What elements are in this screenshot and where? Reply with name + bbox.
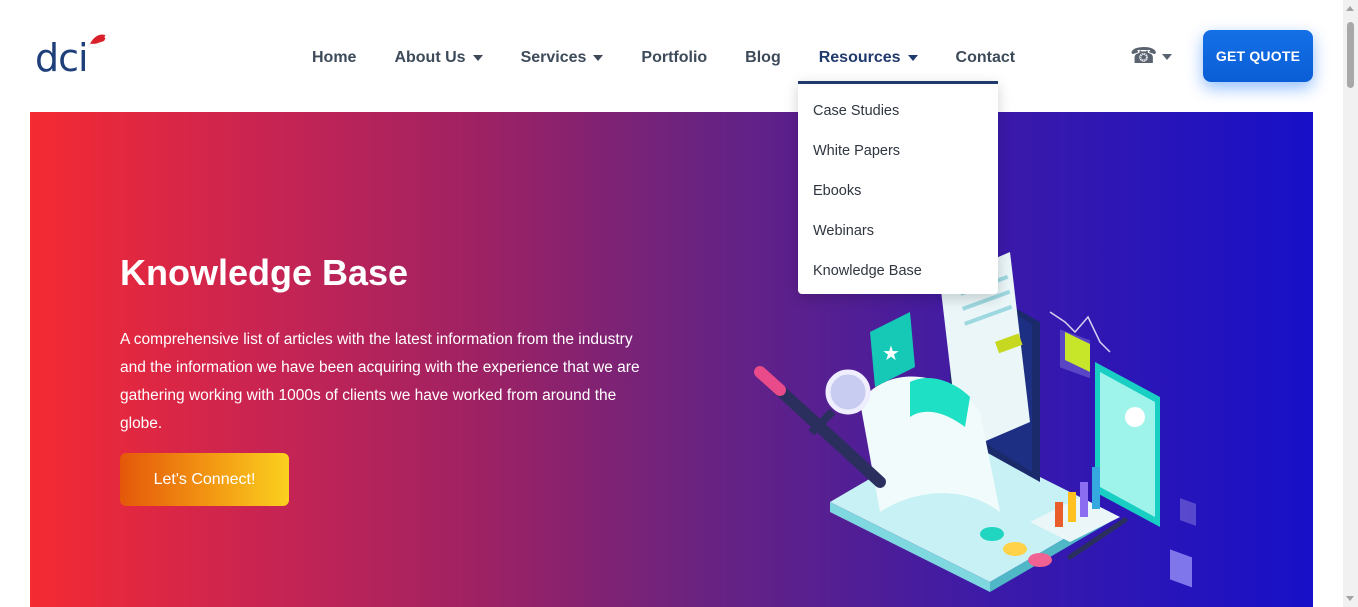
nav-portfolio[interactable]: Portfolio bbox=[622, 38, 726, 78]
caret-down-icon bbox=[907, 55, 918, 61]
nav-services[interactable]: Services bbox=[502, 38, 623, 78]
nav-blog[interactable]: Blog bbox=[726, 38, 800, 78]
scroll-down-arrow-icon[interactable] bbox=[1346, 596, 1354, 601]
resources-dropdown-menu: Case Studies White Papers Ebooks Webinar… bbox=[798, 81, 998, 294]
main-nav: Home About Us Services Portfolio Blog Re… bbox=[293, 38, 1034, 78]
page-title: Knowledge Base bbox=[120, 252, 409, 293]
nav-resources[interactable]: Resources bbox=[800, 38, 937, 78]
caret-down-icon bbox=[472, 55, 483, 61]
scrollbar-thumb[interactable] bbox=[1347, 22, 1354, 88]
menu-item-white-papers[interactable]: White Papers bbox=[798, 131, 998, 171]
nav-about-us[interactable]: About Us bbox=[375, 38, 501, 78]
svg-text:★: ★ bbox=[882, 341, 900, 365]
nav-label: Blog bbox=[745, 49, 781, 66]
menu-item-case-studies[interactable]: Case Studies bbox=[798, 91, 998, 131]
menu-item-knowledge-base[interactable]: Knowledge Base bbox=[798, 251, 998, 291]
nav-label: Resources bbox=[818, 49, 901, 66]
nav-label: Home bbox=[312, 49, 357, 66]
hero-banner: Knowledge Base A comprehensive list of a… bbox=[30, 112, 1313, 607]
dci-logo[interactable]: dci bbox=[35, 34, 115, 80]
phone-dropdown[interactable]: ☎ bbox=[1130, 44, 1173, 70]
logo-text: dci bbox=[35, 36, 89, 80]
scroll-up-arrow-icon[interactable] bbox=[1346, 6, 1354, 11]
nav-contact[interactable]: Contact bbox=[937, 38, 1035, 78]
telephone-icon: ☎ bbox=[1130, 44, 1158, 69]
nav-label: Portfolio bbox=[641, 49, 708, 66]
nav-label: Services bbox=[520, 49, 587, 66]
nav-label: About Us bbox=[394, 49, 466, 66]
lets-connect-button[interactable]: Let's Connect! bbox=[120, 453, 289, 506]
nav-home[interactable]: Home bbox=[293, 38, 375, 78]
get-quote-button[interactable]: GET QUOTE bbox=[1203, 30, 1313, 82]
hero-description: A comprehensive list of articles with th… bbox=[120, 331, 640, 432]
site-header: dci Home About Us Services Portfolio Blo… bbox=[0, 0, 1343, 112]
caret-down-icon bbox=[593, 55, 604, 61]
nav-label: Contact bbox=[955, 49, 1016, 66]
vertical-scrollbar[interactable] bbox=[1343, 0, 1358, 607]
menu-item-ebooks[interactable]: Ebooks bbox=[798, 171, 998, 211]
santa-hat-icon bbox=[87, 34, 110, 48]
menu-item-webinars[interactable]: Webinars bbox=[798, 211, 998, 251]
caret-down-icon bbox=[1162, 54, 1173, 60]
